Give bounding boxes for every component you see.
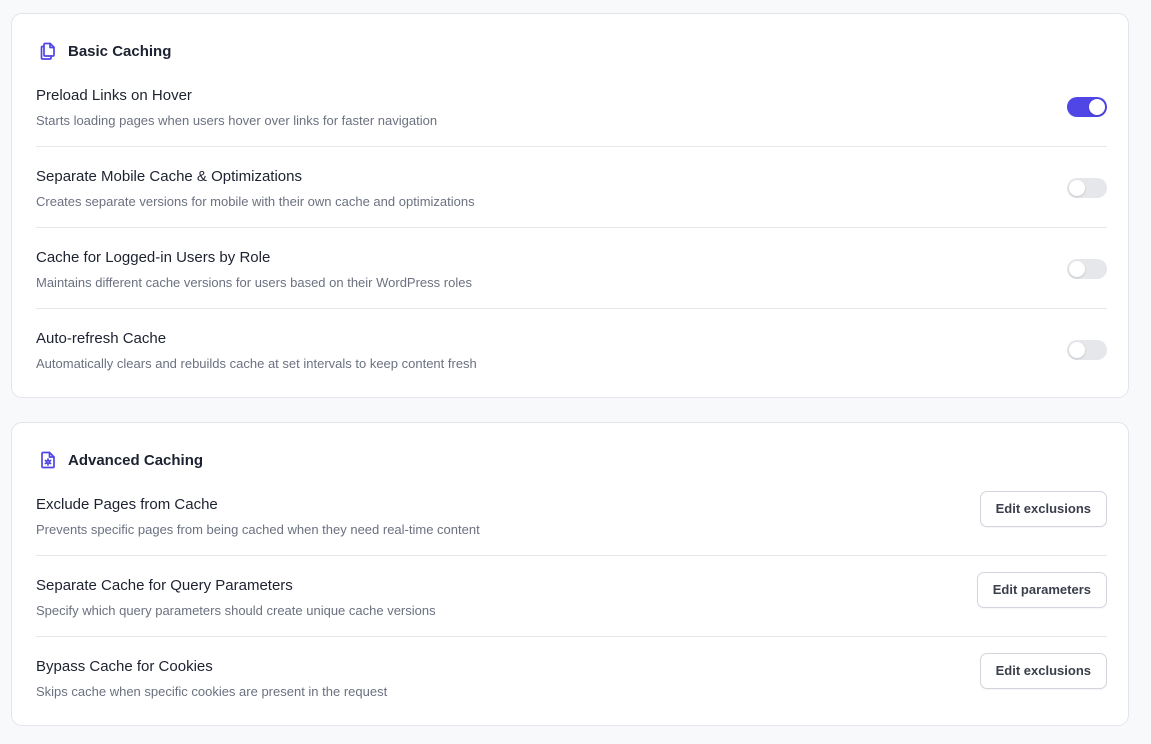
copy-pages-icon [37,40,59,62]
setting-row-preload-links: Preload Links on Hover Starts loading pa… [36,66,1107,147]
advanced-caching-header: Advanced Caching [37,448,203,472]
setting-title: Separate Mobile Cache & Optimizations [36,168,302,185]
setting-row-query-parameters: Separate Cache for Query Parameters Spec… [36,556,1107,637]
setting-row-logged-in-cache: Cache for Logged-in Users by Role Mainta… [36,228,1107,309]
setting-description: Starts loading pages when users hover ov… [36,113,438,128]
toggle-knob [1069,342,1085,358]
setting-description: Specify which query parameters should cr… [36,603,436,618]
setting-title: Exclude Pages from Cache [36,496,218,513]
edit-cookie-exclusions-button[interactable]: Edit exclusions [979,653,1107,689]
setting-description: Skips cache when specific cookies are pr… [36,684,388,699]
setting-description: Prevents specific pages from being cache… [36,522,480,537]
advanced-caching-card: Advanced Caching Exclude Pages from Cach… [11,422,1129,726]
setting-title: Separate Cache for Query Parameters [36,577,293,594]
edit-page-exclusions-button[interactable]: Edit exclusions [979,491,1107,527]
logged-in-cache-toggle[interactable] [1067,259,1107,279]
auto-refresh-toggle[interactable] [1067,340,1107,360]
toggle-knob [1069,180,1085,196]
edit-parameters-button[interactable]: Edit parameters [976,572,1107,608]
setting-description: Maintains different cache versions for u… [36,275,472,290]
file-settings-icon [37,449,59,471]
mobile-cache-toggle[interactable] [1067,178,1107,198]
basic-caching-header: Basic Caching [37,39,171,63]
toggle-knob [1069,261,1085,277]
setting-description: Creates separate versions for mobile wit… [36,194,475,209]
setting-title: Bypass Cache for Cookies [36,658,213,675]
basic-caching-card: Basic Caching Preload Links on Hover Sta… [11,13,1129,398]
advanced-caching-title: Advanced Caching [68,451,204,469]
setting-description: Automatically clears and rebuilds cache … [36,356,477,371]
setting-title: Cache for Logged-in Users by Role [36,249,271,266]
preload-links-toggle[interactable] [1067,97,1107,117]
setting-title: Preload Links on Hover [36,87,192,104]
toggle-knob [1089,99,1105,115]
basic-caching-title: Basic Caching [68,42,172,60]
setting-row-bypass-cookies: Bypass Cache for Cookies Skips cache whe… [36,637,1107,718]
setting-row-auto-refresh: Auto-refresh Cache Automatically clears … [36,309,1107,390]
setting-title: Auto-refresh Cache [36,330,167,347]
setting-row-exclude-pages: Exclude Pages from Cache Prevents specif… [36,475,1107,556]
setting-row-mobile-cache: Separate Mobile Cache & Optimizations Cr… [36,147,1107,228]
